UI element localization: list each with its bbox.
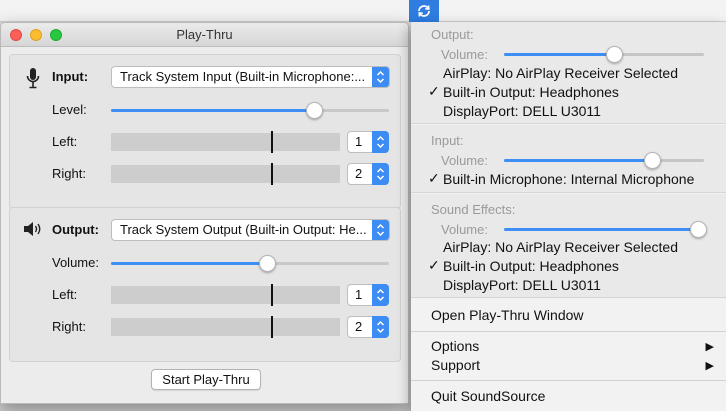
input-level-slider[interactable] (111, 102, 389, 119)
play-thru-window: Play-Thru Input: Track System Input (Bui… (0, 22, 409, 404)
menu-output-device-displayport[interactable]: DisplayPort: DELL U3011 (443, 103, 601, 119)
menu-input-volume-label: Volume: (441, 153, 488, 168)
input-left-peak-marker (271, 131, 273, 153)
output-right-meter (111, 316, 340, 338)
input-right-channel-value: 2 (355, 166, 363, 181)
soundsource-menu: Output: Volume: AirPlay: No AirPlay Rece… (411, 22, 726, 411)
menu-fx-device-airplay[interactable]: AirPlay: No AirPlay Receiver Selected (443, 239, 678, 255)
menu-output-heading: Output: (431, 27, 474, 42)
menu-sound-effects-volume-slider[interactable] (504, 221, 707, 238)
menu-separator (411, 380, 726, 381)
output-left-peak-marker (271, 284, 273, 306)
input-left-channel-value: 1 (355, 134, 363, 149)
output-left-meter (111, 284, 340, 306)
menu-output-device-airplay[interactable]: AirPlay: No AirPlay Receiver Selected (443, 65, 678, 81)
menu-output-volume-fill (504, 53, 614, 56)
soundsource-menubar-icon[interactable] (409, 0, 439, 22)
stepper-arrows-icon[interactable] (372, 316, 389, 338)
submenu-arrow-icon: ▶ (705, 360, 714, 372)
menu-separator (411, 331, 726, 332)
input-right-peak-marker (271, 163, 273, 185)
checkmark-icon: ✓ (428, 83, 440, 99)
menu-fx-device-headphones[interactable]: Built-in Output: Headphones (443, 258, 619, 274)
menu-output-device-headphones[interactable]: Built-in Output: Headphones (443, 84, 619, 100)
menu-sound-effects-volume-label: Volume: (441, 222, 488, 237)
menu-input-block: Input: Volume: ✓ Built-in Microphone: In… (411, 125, 726, 193)
input-device-popup[interactable]: Track System Input (Built-in Microphone:… (111, 66, 390, 88)
output-left-channel-value: 1 (355, 287, 363, 302)
title-bar: Play-Thru (1, 23, 408, 47)
input-left-label: Left: (52, 134, 78, 149)
output-left-label: Left: (52, 287, 78, 302)
output-right-label: Right: (52, 319, 86, 334)
popup-arrows-icon (372, 67, 389, 87)
menu-input-heading: Input: (431, 133, 464, 148)
microphone-icon (24, 67, 42, 89)
popup-arrows-icon (372, 220, 389, 240)
level-label: Level: (52, 102, 87, 117)
output-volume-knob[interactable] (259, 255, 276, 272)
menu-input-volume-fill (504, 159, 652, 162)
menu-fx-device-displayport[interactable]: DisplayPort: DELL U3011 (443, 277, 601, 293)
input-level-knob[interactable] (306, 102, 323, 119)
checkmark-icon: ✓ (428, 257, 440, 273)
menu-sound-effects-block: Sound Effects: Volume: AirPlay: No AirPl… (411, 194, 726, 298)
stepper-arrows-icon[interactable] (372, 131, 389, 153)
input-left-meter (111, 131, 340, 153)
input-section: Input: Track System Input (Built-in Micr… (9, 54, 401, 209)
menu-output-block: Output: Volume: AirPlay: No AirPlay Rece… (411, 22, 726, 124)
menu-support[interactable]: Support (431, 357, 480, 373)
window-title: Play-Thru (176, 27, 233, 42)
menu-input-volume-slider[interactable] (504, 152, 704, 169)
input-right-label: Right: (52, 166, 86, 181)
output-right-peak-marker (271, 316, 273, 338)
output-device-popup[interactable]: Track System Output (Built-in Output: He… (111, 219, 390, 241)
output-volume-fill (111, 262, 267, 265)
output-right-channel-value: 2 (355, 319, 363, 334)
input-right-channel-stepper[interactable]: 2 (347, 163, 389, 185)
menu-input-volume-knob[interactable] (644, 152, 661, 169)
output-right-channel-stepper[interactable]: 2 (347, 316, 389, 338)
speaker-icon (23, 220, 43, 238)
menu-options[interactable]: Options (431, 338, 479, 354)
refresh-icon (418, 5, 430, 17)
output-volume-slider[interactable] (111, 255, 389, 272)
menu-quit[interactable]: Quit SoundSource (431, 388, 545, 404)
output-section: Output: Track System Output (Built-in Ou… (9, 207, 401, 362)
output-device-value: Track System Output (Built-in Output: He… (120, 222, 367, 237)
start-play-thru-button[interactable]: Start Play-Thru (151, 369, 261, 390)
submenu-arrow-icon: ▶ (705, 341, 714, 353)
menu-open-play-thru-window[interactable]: Open Play-Thru Window (431, 307, 584, 323)
stepper-arrows-icon[interactable] (372, 163, 389, 185)
input-right-meter (111, 163, 340, 185)
menu-sound-effects-heading: Sound Effects: (431, 202, 516, 217)
input-label: Input: (52, 69, 89, 84)
menu-output-volume-label: Volume: (441, 47, 488, 62)
menu-sound-effects-volume-knob[interactable] (690, 221, 707, 238)
menu-input-device-microphone[interactable]: Built-in Microphone: Internal Microphone (443, 171, 694, 187)
input-device-value: Track System Input (Built-in Microphone:… (120, 69, 366, 84)
checkmark-icon: ✓ (428, 170, 440, 186)
volume-label: Volume: (52, 255, 99, 270)
output-label: Output: (52, 222, 99, 237)
menu-output-volume-knob[interactable] (606, 46, 623, 63)
menu-sound-effects-volume-fill (504, 228, 698, 231)
input-level-fill (111, 109, 314, 112)
menu-output-volume-slider[interactable] (504, 46, 704, 63)
stepper-arrows-icon[interactable] (372, 284, 389, 306)
menu-bar (0, 0, 726, 22)
input-left-channel-stepper[interactable]: 1 (347, 131, 389, 153)
output-left-channel-stepper[interactable]: 1 (347, 284, 389, 306)
